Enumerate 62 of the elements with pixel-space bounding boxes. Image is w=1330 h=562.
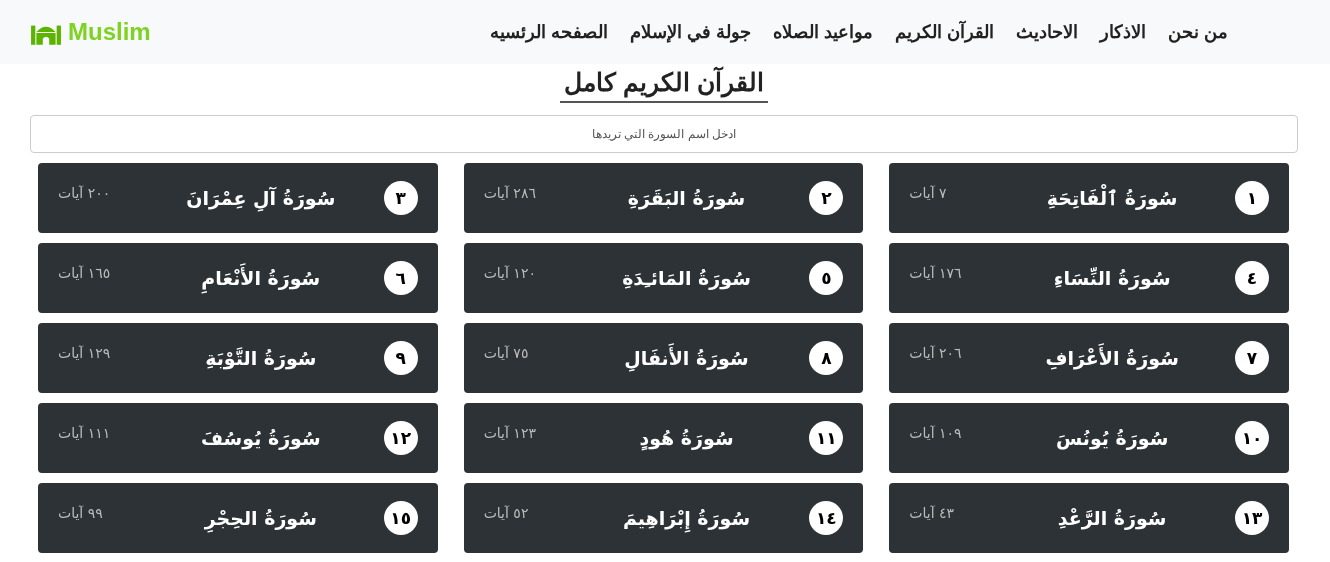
surah-number: ٢ [809,181,844,215]
surah-number: ٤ [1235,261,1269,295]
ayah-count: ٢٨٦ آيات [483,185,537,201]
ayah-count: ١٢٩ آيات [58,345,112,361]
surah-name: سُورَةُ يُوسُفَ [199,426,322,452]
surah-card[interactable]: ١٢ سُورَةُ يُوسُفَ ١١١ آيات [38,403,438,473]
surah-number: ١٤ [809,501,844,535]
page-title: القرآن الكريم كامل [560,68,768,103]
surah-number: ٨ [809,341,844,375]
surah-number: ١٥ [383,501,418,535]
surah-card[interactable]: ١١ سُورَةُ هُودٍ ١٢٣ آيات [463,403,864,473]
nav-link[interactable]: القرآن الكريم [894,21,994,43]
ayah-count: ١٦٥ آيات [58,265,112,281]
ayah-count: ١٠٩ آيات [909,425,963,441]
surah-number: ٦ [383,261,418,295]
ayah-count: ٧ آيات [909,185,948,201]
surah-number: ١١ [809,421,844,455]
surah-number: ٣ [383,181,418,215]
surah-number: ١٢ [383,421,418,455]
ayah-count: ١١١ آيات [58,425,112,441]
surah-card[interactable]: ١٠ سُورَةُ يُونُسَ ١٠٩ آيات [889,403,1289,473]
surah-number: ٥ [809,261,844,295]
surah-name: سُورَةُ البَقَرَةِ [626,186,747,212]
surah-number: ٩ [383,341,418,375]
ayah-count: ١٧٦ آيات [909,265,963,281]
surah-card[interactable]: ٦ سُورَةُ الأَنْعَامِ ١٦٥ آيات [38,243,438,313]
nav-link[interactable]: الصفحه الرئسيه [489,21,608,43]
surah-name: سُورَةُ يُونُسَ [1054,426,1170,452]
nav-link[interactable]: جولة في الإسلام [629,21,751,43]
ayah-count: ١٢٣ آيات [483,425,537,441]
ayah-count: ١٢٠ آيات [483,265,537,281]
surah-number: ٧ [1235,341,1269,375]
surah-card[interactable]: ١ سُورَةُ ٱلْفَاتِحَةِ ٧ آيات [889,163,1289,233]
surah-card[interactable]: ٥ سُورَةُ المَائـِدَةِ ١٢٠ آيات [463,243,864,313]
surah-name: سُورَةُ الرَّعْدِ [1056,506,1168,532]
ayah-count: ٢٠٦ آيات [909,345,963,361]
surah-card[interactable]: ٢ سُورَةُ البَقَرَةِ ٢٨٦ آيات [463,163,864,233]
surah-card[interactable]: ١٤ سُورَةُ إِبْرَاهِيمَ ٥٢ آيات [463,483,864,553]
surah-card[interactable]: ٣ سُورَةُ آلِ عِمْرَانَ ٢٠٠ آيات [38,163,438,233]
surah-card[interactable]: ٩ سُورَةُ التَّوْبَةِ ١٢٩ آيات [38,323,438,393]
ayah-count: ٥٢ آيات [483,505,530,521]
surah-card[interactable]: ٨ سُورَةُ الأَنفَالِ ٧٥ آيات [463,323,864,393]
surah-card[interactable]: ١٣ سُورَةُ الرَّعْدِ ٤٣ آيات [889,483,1289,553]
surah-number: ١٠ [1235,421,1269,455]
surah-card[interactable]: ١٥ سُورَةُ الحِجْرِ ٩٩ آيات [38,483,438,553]
ayah-count: ٩٩ آيات [58,505,104,521]
surah-name: سُورَةُ التَّوْبَةِ [204,346,318,372]
ayah-count: ٢٠٠ آيات [58,185,112,201]
surah-card[interactable]: ٤ سُورَةُ النِّسَاءِ ١٧٦ آيات [889,243,1289,313]
surah-number: ١٣ [1235,501,1269,535]
ayah-count: ٤٣ آيات [909,505,956,521]
ayah-count: ٧٥ آيات [483,345,530,361]
nav-link[interactable]: الاذكار [1100,21,1146,43]
search-field[interactable]: ادخل اسم السورة التي تريدها [30,115,1298,153]
surah-name: سُورَةُ النِّسَاءِ [1052,266,1172,292]
surah-number: ١ [1235,181,1269,215]
surah-name: سُورَةُ المَائـِدَةِ [621,266,752,292]
nav-link[interactable]: الاحاديث [1016,21,1078,43]
nav-link[interactable]: مواعيد الصلاه [772,21,873,43]
nav-link[interactable]: من نحن [1168,21,1228,43]
surah-card[interactable]: ٧ سُورَةُ الأَعْرَافِ ٢٠٦ آيات [889,323,1289,393]
surah-name: سُورَةُ هُودٍ [638,426,735,453]
